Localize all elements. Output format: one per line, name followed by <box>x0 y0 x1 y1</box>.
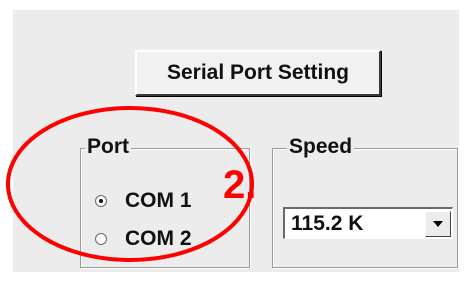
radio-com1[interactable]: COM 1 <box>95 189 192 213</box>
speed-group-legend: Speed <box>287 135 355 159</box>
radio-com1-label: COM 1 <box>125 189 192 212</box>
speed-select-value: 115.2 K <box>291 211 364 235</box>
speed-group: Speed 115.2 K <box>272 135 458 268</box>
radio-button-unchecked[interactable] <box>95 233 107 245</box>
port-group-legend: Port <box>85 135 131 159</box>
radio-com2-label: COM 2 <box>125 227 192 250</box>
dropdown-arrow-button[interactable] <box>425 210 451 237</box>
dialog-panel: Serial Port Setting Port COM 1 COM 2 Spe… <box>13 10 459 272</box>
speed-select[interactable]: 115.2 K <box>283 207 453 239</box>
annotation-step-number: 2. <box>223 163 257 207</box>
serial-port-setting-button[interactable]: Serial Port Setting <box>135 50 381 96</box>
chevron-down-icon <box>433 220 443 227</box>
serial-port-setting-label: Serial Port Setting <box>166 61 350 84</box>
radio-button-checked[interactable] <box>95 195 107 207</box>
radio-com2[interactable]: COM 2 <box>95 227 192 251</box>
